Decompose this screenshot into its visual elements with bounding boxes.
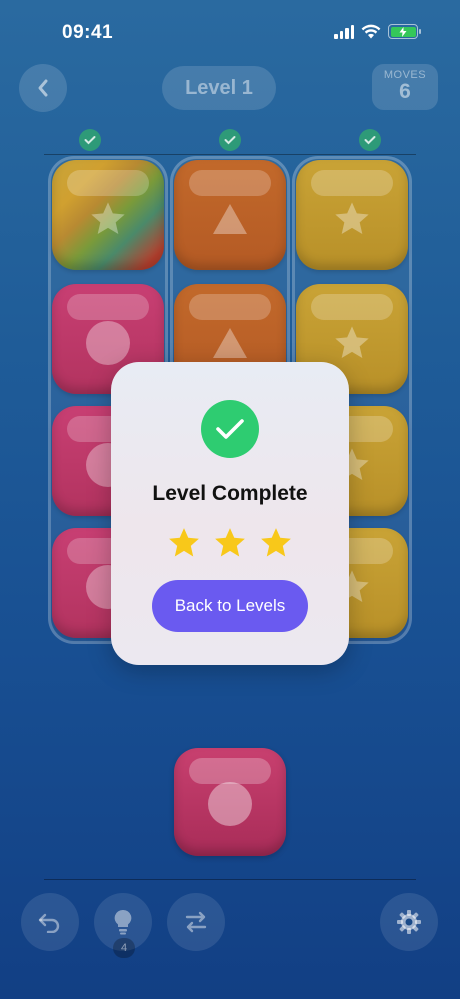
chevron-left-icon	[38, 79, 48, 97]
status-time: 09:41	[62, 22, 114, 43]
settings-button[interactable]	[380, 893, 438, 951]
swap-icon	[185, 911, 207, 933]
star-icon	[91, 202, 125, 235]
circle-icon	[86, 321, 130, 366]
tile-rainbow-star[interactable]	[52, 160, 164, 270]
cellular-signal-icon	[334, 24, 354, 39]
column-complete-check-icon	[219, 129, 241, 151]
active-tile-pink-circle[interactable]	[174, 748, 286, 856]
back-button[interactable]	[19, 64, 67, 112]
circle-icon	[208, 782, 252, 826]
tile-yellow-star[interactable]	[296, 160, 408, 270]
column-complete-check-icon	[359, 129, 381, 151]
moves-counter: MOVES 6	[372, 64, 438, 110]
triangle-icon	[213, 204, 247, 235]
lightbulb-icon	[114, 909, 132, 935]
star-icon	[169, 528, 199, 557]
gear-icon	[397, 910, 421, 934]
level-complete-modal: Level Complete Back to Levels	[111, 362, 349, 665]
moves-value: 6	[399, 80, 411, 103]
toolbar-divider	[44, 879, 416, 880]
level-title: Level 1	[162, 66, 276, 110]
undo-icon	[38, 913, 60, 933]
back-to-levels-button[interactable]: Back to Levels	[152, 580, 308, 632]
star-icon	[215, 528, 245, 557]
undo-button[interactable]	[21, 893, 79, 951]
swap-button[interactable]	[167, 893, 225, 951]
success-check-icon	[201, 400, 259, 458]
status-bar: 09:41	[0, 0, 460, 60]
star-icon	[261, 528, 291, 557]
column-complete-check-icon	[79, 129, 101, 151]
tile-orange-triangle[interactable]	[174, 160, 286, 270]
wifi-icon	[361, 24, 381, 39]
hint-count-badge: 4	[113, 938, 135, 958]
star-icon	[335, 326, 369, 359]
rating-stars	[111, 526, 349, 560]
star-icon	[335, 202, 369, 235]
board-top-divider	[44, 154, 416, 155]
battery-charging-icon	[388, 24, 421, 39]
triangle-icon	[213, 328, 247, 359]
modal-title: Level Complete	[152, 482, 308, 505]
status-icons	[334, 24, 421, 39]
